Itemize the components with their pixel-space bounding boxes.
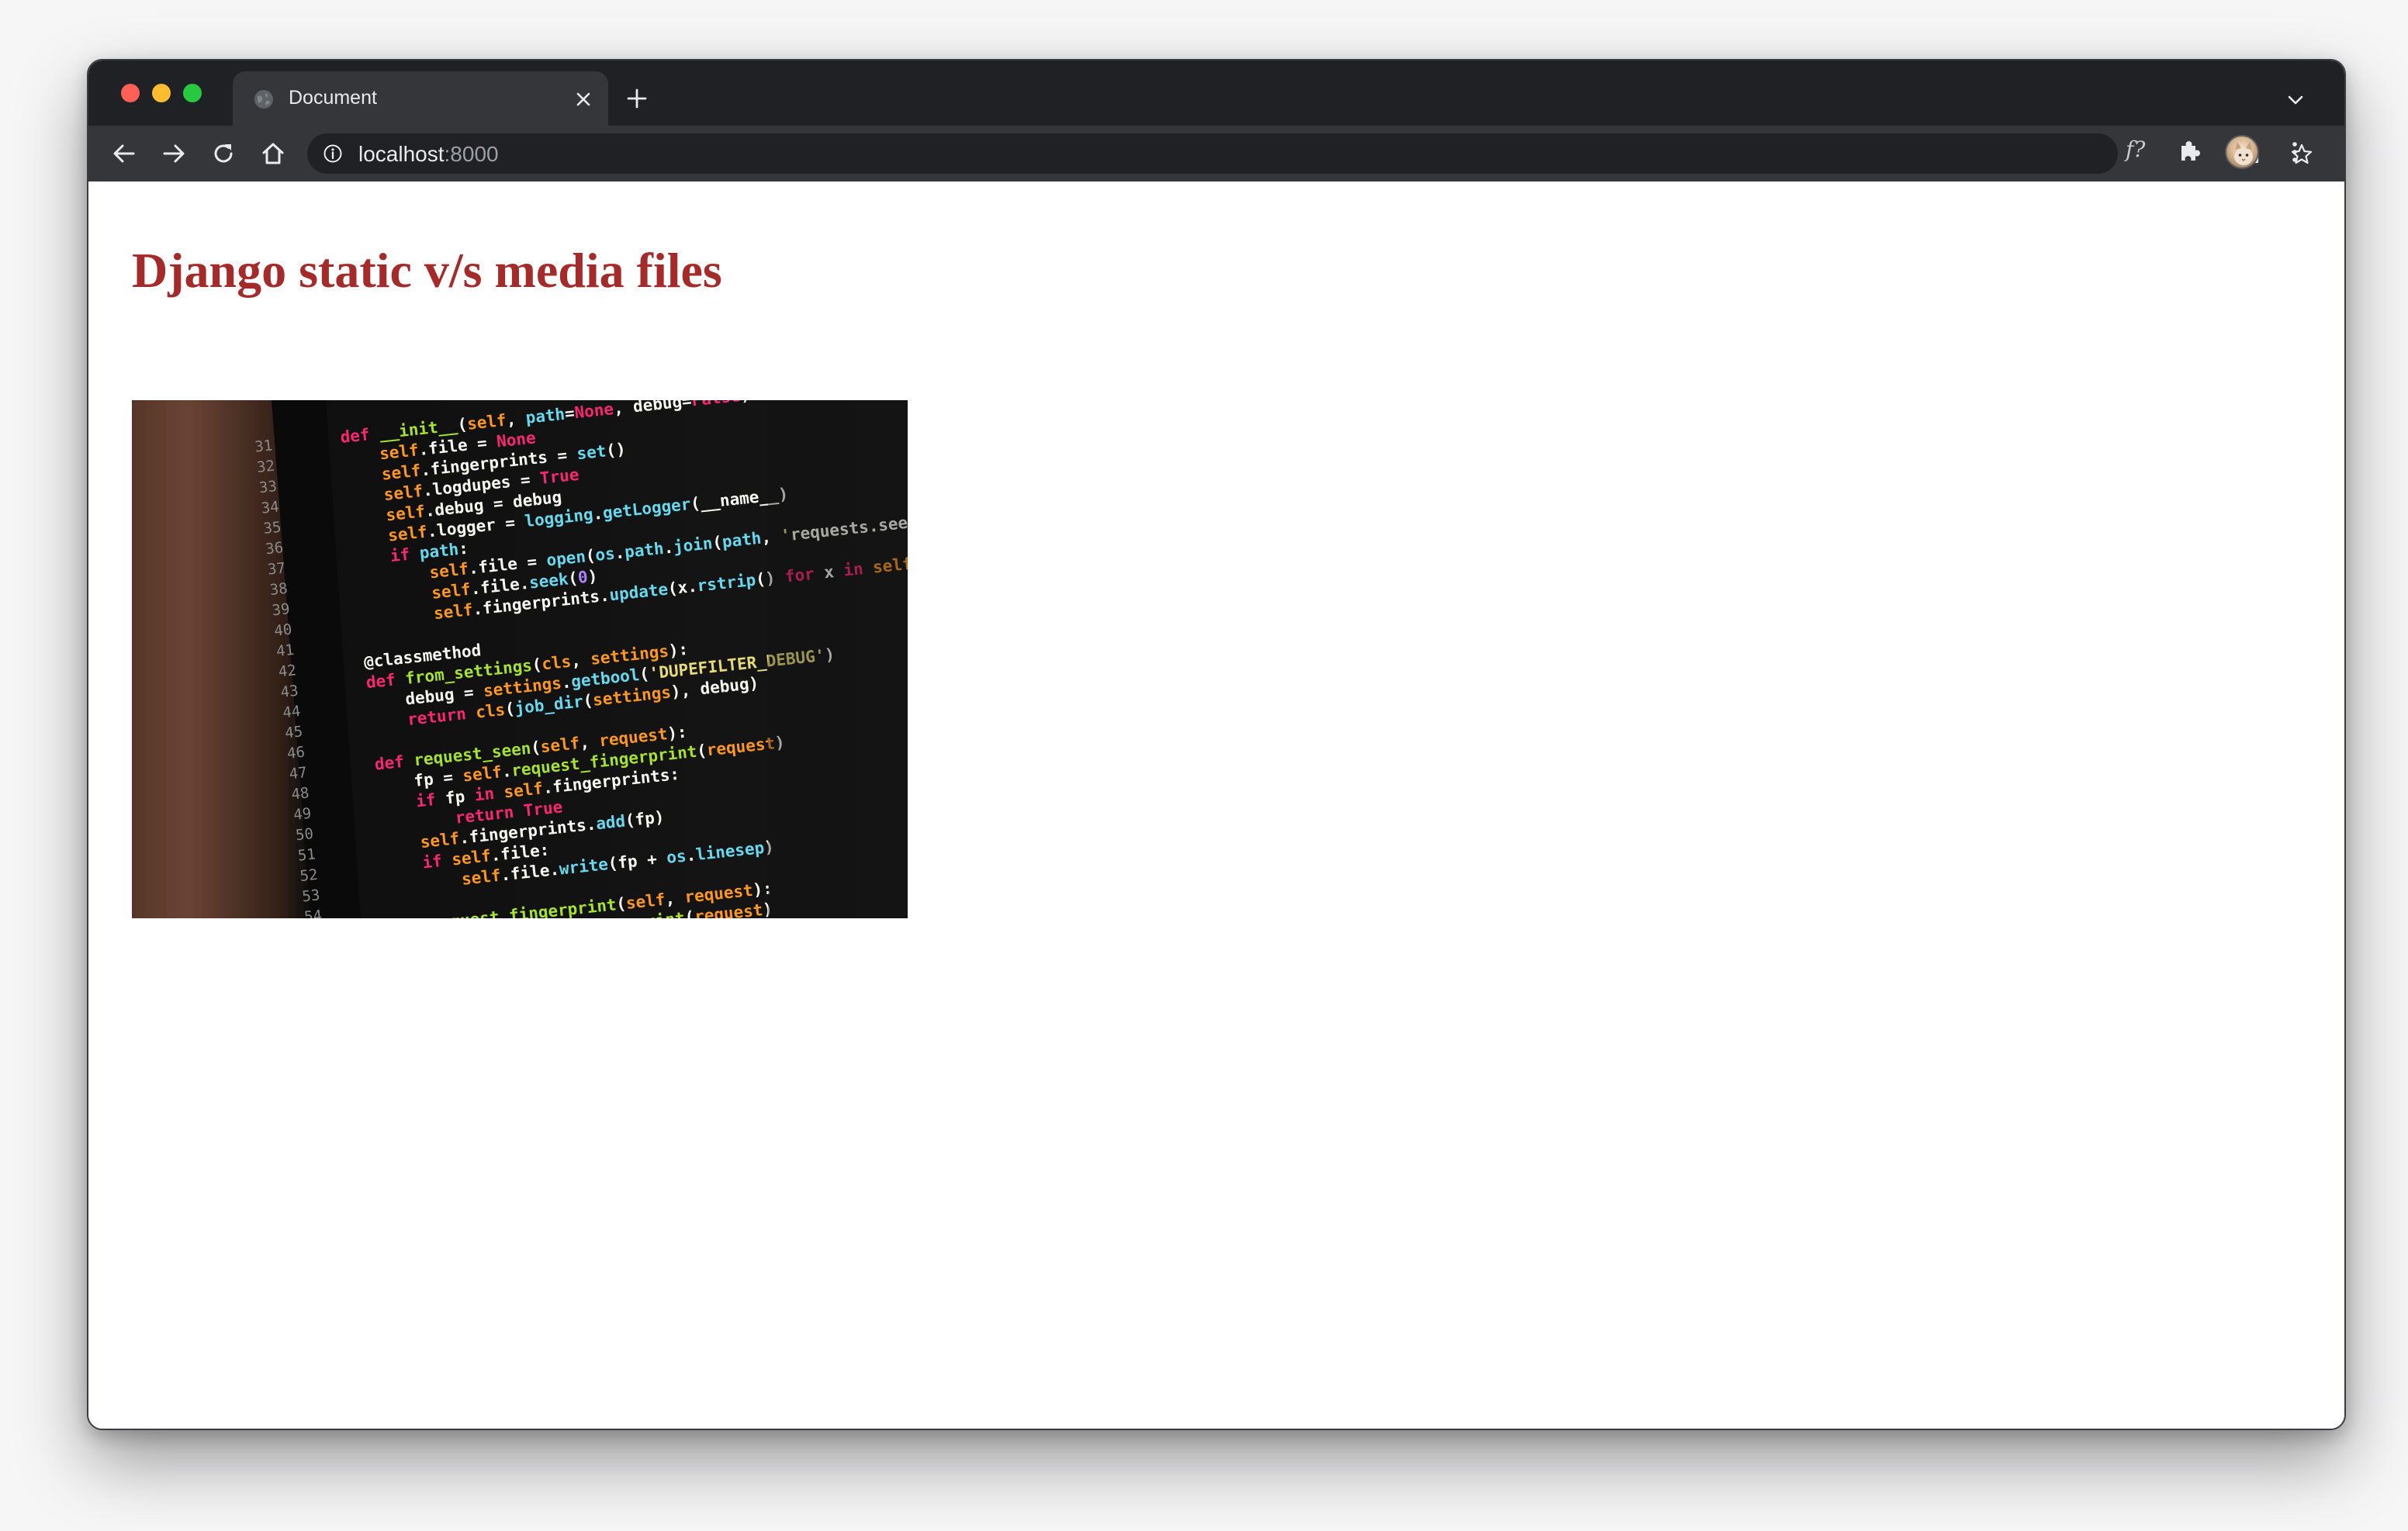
tab-title: Document [289, 87, 377, 109]
code-line-number: 54 [303, 907, 323, 918]
code-line-number: 51 [297, 845, 317, 864]
code-line-number: 47 [289, 764, 308, 783]
code-line-number: 53 [301, 886, 320, 905]
reload-icon[interactable] [209, 140, 237, 168]
back-arrow-icon[interactable] [110, 140, 138, 168]
code-line-number: 48 [290, 784, 310, 803]
chevron-down-icon[interactable] [2285, 90, 2306, 110]
url-host: localhost [358, 142, 445, 166]
info-icon[interactable] [323, 143, 343, 164]
window-minimize-button[interactable] [152, 84, 171, 102]
code-line-number: 45 [284, 723, 303, 741]
code-screenshot-image: 31def __init__(self, path=None, debug=Fa… [132, 400, 908, 918]
globe-icon [254, 90, 273, 109]
code-line-number: 32 [256, 458, 275, 476]
profile-avatar[interactable] [2225, 135, 2259, 169]
page-heading: Django static v/s media files [132, 243, 722, 298]
code-line-number: 34 [261, 498, 280, 517]
browser-window: Document localhost:8000 f? Django static… [87, 59, 2346, 1430]
code-line-number: 39 [272, 600, 291, 619]
more-vert-icon[interactable] [2285, 138, 2304, 166]
code-line-number: 52 [299, 866, 319, 885]
code-line-number: 43 [280, 683, 299, 701]
browser-toolbar: localhost:8000 f? [88, 126, 2344, 181]
code-line-number: 49 [292, 805, 312, 824]
extension-f-icon[interactable]: f? [2126, 137, 2145, 162]
code-line-number: 46 [286, 744, 306, 762]
url-port: :8000 [444, 142, 499, 166]
window-close-button[interactable] [121, 84, 140, 102]
new-tab-icon[interactable] [625, 87, 649, 110]
close-icon[interactable] [574, 90, 593, 109]
code-line-number: 40 [273, 621, 292, 640]
media-image: 31def __init__(self, path=None, debug=Fa… [132, 400, 908, 918]
browser-tab[interactable]: Document [233, 71, 608, 126]
url-text[interactable]: localhost:8000 [358, 142, 499, 167]
code-line-number: 31 [254, 437, 273, 455]
title-bar: Document [88, 60, 2344, 126]
address-bar[interactable]: localhost:8000 [307, 133, 2313, 174]
depth-of-field-overlay [768, 400, 908, 918]
code-line-number: 33 [258, 478, 278, 496]
code-line-number: 36 [265, 539, 284, 558]
code-line-number: 38 [269, 580, 289, 599]
code-line-number: 44 [282, 703, 301, 721]
forward-arrow-icon[interactable] [160, 140, 188, 168]
code-line-number: 50 [295, 825, 314, 844]
code-line-number: 35 [262, 519, 282, 537]
page-content: Django static v/s media files 31 def __i… [88, 181, 2344, 1429]
code-line-number: 37 [267, 559, 286, 578]
window-maximize-button[interactable] [183, 84, 202, 102]
code-line-number: 41 [275, 641, 295, 660]
home-icon[interactable] [259, 140, 287, 168]
code-line-number: 42 [278, 662, 297, 680]
extensions-puzzle-icon[interactable] [2177, 138, 2203, 164]
